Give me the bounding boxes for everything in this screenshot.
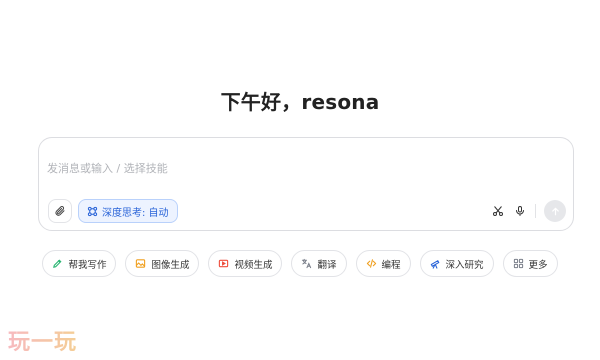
skill-chips: 帮我写作 图像生成 视频生成 翻译 编程 深入研究 更多	[0, 250, 600, 277]
scissors-button[interactable]	[490, 203, 506, 219]
skill-chip-image[interactable]: 图像生成	[125, 250, 200, 277]
skill-chip-label: 更多	[528, 259, 548, 271]
pen-icon	[53, 259, 62, 268]
skill-chip-coding[interactable]: 编程	[355, 250, 411, 277]
message-input[interactable]	[47, 148, 567, 188]
attach-button[interactable]	[48, 199, 72, 223]
skill-chip-label: 图像生成	[151, 259, 190, 271]
skill-chip-label: 翻译	[317, 259, 337, 271]
skill-chip-label: 编程	[381, 259, 401, 271]
nodes-icon	[87, 206, 98, 216]
skill-chip-label: 深入研究	[445, 259, 484, 271]
translate-icon	[302, 258, 312, 269]
skill-chip-research[interactable]: 深入研究	[419, 250, 494, 277]
skill-chip-writing[interactable]: 帮我写作	[42, 250, 117, 277]
image-icon	[136, 259, 146, 268]
video-icon	[219, 259, 229, 268]
paperclip-icon	[55, 206, 65, 216]
voice-input-button[interactable]	[512, 203, 528, 219]
microphone-icon	[516, 206, 524, 216]
divider	[535, 204, 536, 218]
greeting-title: 下午好，resona	[220, 90, 380, 114]
scissors-icon	[493, 206, 503, 216]
message-composer: 深度思考: 自动	[38, 137, 574, 231]
code-icon	[366, 259, 376, 268]
skill-chip-label: 帮我写作	[68, 259, 107, 271]
grid-icon	[513, 258, 523, 269]
watermark-logo: 玩一玩	[8, 324, 77, 356]
skill-chip-video[interactable]: 视频生成	[208, 250, 283, 277]
skill-chip-more[interactable]: 更多	[502, 250, 558, 277]
skill-chip-label: 视频生成	[234, 259, 273, 271]
arrow-up-icon	[551, 207, 559, 215]
send-button[interactable]	[544, 200, 566, 222]
telescope-icon	[430, 259, 439, 269]
skill-chip-translate[interactable]: 翻译	[291, 250, 347, 277]
deep-think-toggle[interactable]: 深度思考: 自动	[78, 199, 178, 223]
deep-think-label: 深度思考: 自动	[102, 207, 169, 219]
